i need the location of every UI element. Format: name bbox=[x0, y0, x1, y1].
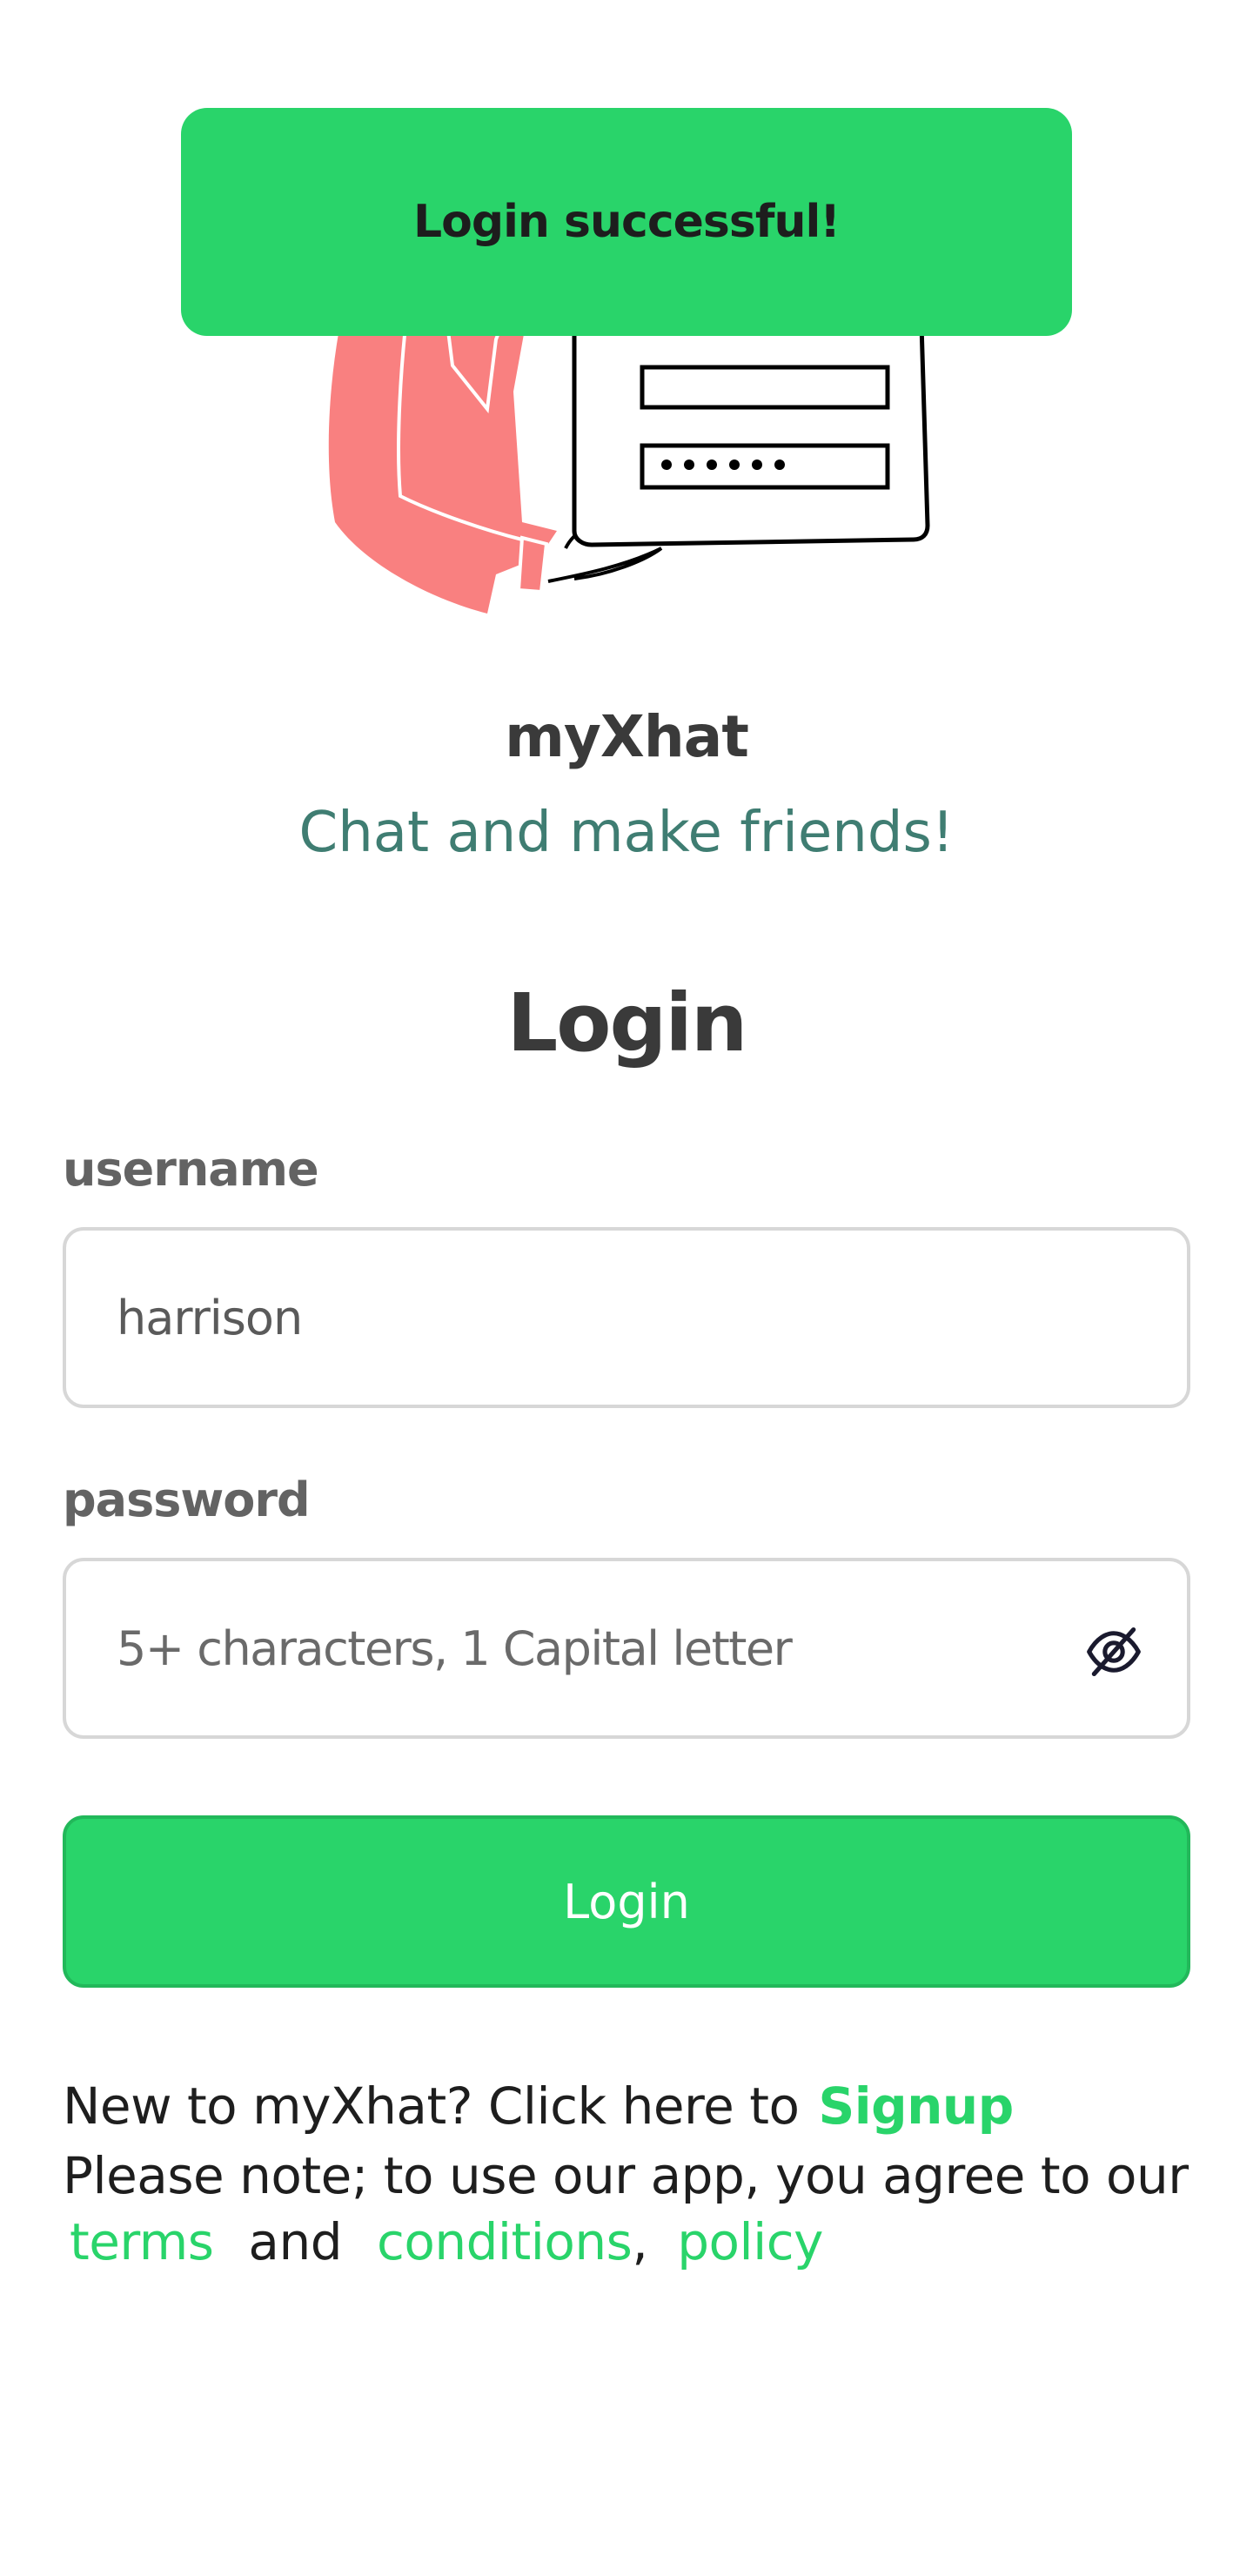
terms-link[interactable]: terms bbox=[70, 2212, 214, 2271]
toast-message: Login successful! bbox=[413, 196, 841, 248]
policy-link[interactable]: policy bbox=[677, 2212, 823, 2271]
signup-prompt-line: New to myXhat? Click here to Signup bbox=[63, 2076, 1014, 2136]
login-button-label: Login bbox=[563, 1874, 690, 1929]
terms-note: Please note; to use our app, you agree t… bbox=[63, 2146, 1189, 2205]
username-label: username bbox=[63, 1142, 319, 1197]
legal-links-line: terms and conditions, policy bbox=[70, 2212, 823, 2271]
and-text: and bbox=[248, 2212, 343, 2271]
jacket-cuff bbox=[516, 535, 549, 594]
app-name: myXhat bbox=[505, 703, 749, 770]
eye-off-icon[interactable] bbox=[1084, 1622, 1143, 1681]
password-placeholder: 5+ characters, 1 Capital letter bbox=[117, 1620, 793, 1676]
success-toast[interactable]: Login successful! bbox=[181, 108, 1072, 336]
conditions-link[interactable]: conditions bbox=[377, 2212, 633, 2271]
form-password-outline bbox=[640, 443, 890, 490]
username-value: harrison bbox=[117, 1290, 303, 1345]
form-field-outline bbox=[640, 365, 890, 410]
login-screen: Login successful! myXhat Chat and make f… bbox=[0, 0, 1253, 2576]
username-input[interactable]: harrison bbox=[63, 1227, 1190, 1408]
signup-link[interactable]: Signup bbox=[818, 2076, 1014, 2136]
hand-outline bbox=[547, 547, 663, 583]
app-tagline: Chat and make friends! bbox=[298, 801, 955, 865]
password-label: password bbox=[63, 1472, 311, 1527]
comma-separator: , bbox=[632, 2212, 648, 2271]
page-title: Login bbox=[506, 976, 748, 1070]
signup-prompt: New to myXhat? Click here to bbox=[63, 2076, 800, 2136]
password-input[interactable]: 5+ characters, 1 Capital letter bbox=[63, 1558, 1190, 1739]
login-button[interactable]: Login bbox=[63, 1815, 1190, 1988]
